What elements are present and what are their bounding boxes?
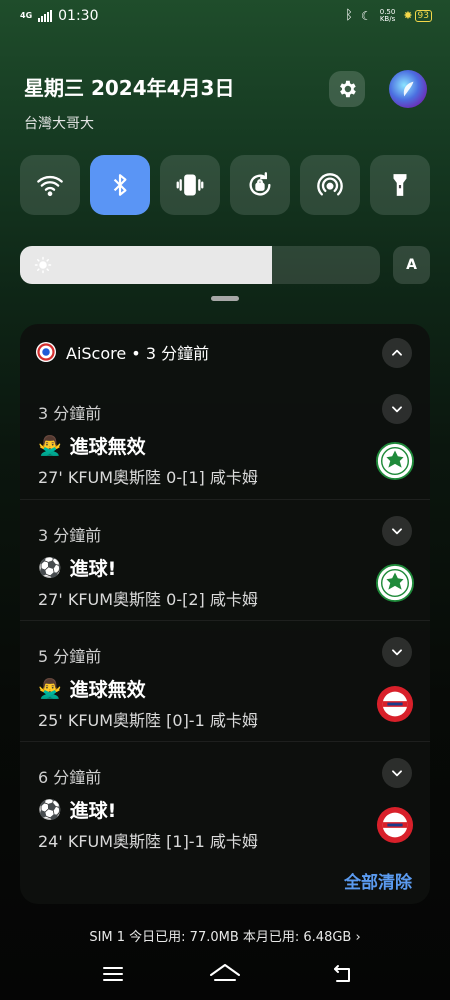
chevron-down-icon <box>392 528 402 535</box>
app-name: AiScore <box>66 344 127 363</box>
auto-brightness-button[interactable]: A <box>393 246 430 284</box>
notification-body: 27' KFUM奧斯陸 0-[2] 咸卡姆 <box>38 590 258 609</box>
no-goal-emoji-icon: 🙅‍♂️ <box>38 678 62 700</box>
drag-handle[interactable] <box>211 296 239 301</box>
notification-item[interactable]: 3 分鐘前 ⚽ 進球! 27' KFUM奧斯陸 0-[2] 咸卡姆 <box>20 499 430 620</box>
brightness-slider[interactable] <box>20 246 380 284</box>
soccer-ball-icon: ⚽ <box>38 799 62 821</box>
notification-group-header[interactable]: AiScore • 3 分鐘前 <box>36 340 209 364</box>
no-goal-emoji-icon: 🙅‍♂️ <box>38 435 62 457</box>
bluetooth-status-icon: ᛒ <box>345 8 353 23</box>
notification-time: 3 分鐘前 <box>38 404 102 423</box>
aiscore-app-icon <box>36 342 56 362</box>
chevron-down-icon <box>392 770 402 777</box>
date-label: 星期三 2024年4月3日 <box>24 76 235 100</box>
collapse-group-button[interactable] <box>382 338 412 368</box>
kfum-logo-icon <box>376 806 414 844</box>
notification-item[interactable]: 5 分鐘前 🙅‍♂️ 進球無效 25' KFUM奧斯陸 [0]-1 咸卡姆 <box>20 620 430 741</box>
carrier-label: 台灣大哥大 <box>24 116 94 132</box>
bluetooth-icon <box>113 174 127 196</box>
hotspot-icon <box>317 173 343 196</box>
tile-hotspot[interactable] <box>300 155 360 215</box>
tile-wifi[interactable] <box>20 155 80 215</box>
clock: 01:30 <box>58 8 99 24</box>
notification-title: 進球無效 <box>69 436 146 458</box>
expand-notification-button[interactable] <box>382 516 412 546</box>
dnd-moon-icon: ☾ <box>360 8 372 23</box>
avatar-swirl-icon <box>403 81 414 97</box>
wifi-icon <box>37 175 63 197</box>
tile-vibrate[interactable] <box>160 155 220 215</box>
sun-icon <box>34 256 52 274</box>
home-icon[interactable] <box>209 962 241 986</box>
hamkam-logo-icon <box>376 442 414 480</box>
signal-icon <box>38 10 53 22</box>
back-icon[interactable] <box>331 962 355 986</box>
notification-body: 24' KFUM奧斯陸 [1]-1 咸卡姆 <box>38 832 258 851</box>
status-bar: 4G 01:30 ᛒ ☾ 0.50 KB/s ✸ 93 <box>0 0 450 34</box>
net-speed: 0.50 KB/s <box>379 7 396 23</box>
chevron-down-icon <box>392 406 402 413</box>
network-type: 4G <box>20 11 33 20</box>
app-time: 3 分鐘前 <box>145 344 210 363</box>
tile-rotation-lock[interactable] <box>230 155 290 215</box>
notification-item[interactable]: 3 分鐘前 🙅‍♂️ 進球無效 27' KFUM奧斯陸 0-[1] 咸卡姆 <box>20 378 430 498</box>
menu-icon[interactable] <box>101 962 125 986</box>
notification-group: AiScore • 3 分鐘前 3 分鐘前 🙅‍♂️ 進球無效 27' KFUM奧… <box>20 324 430 904</box>
kfum-logo-icon <box>376 685 414 723</box>
expand-notification-button[interactable] <box>382 637 412 667</box>
navigation-bar <box>0 950 450 1000</box>
separator: • <box>126 344 146 363</box>
notification-item[interactable]: 6 分鐘前 ⚽ 進球! 24' KFUM奧斯陸 [1]-1 咸卡姆 <box>20 741 430 862</box>
vibrate-icon <box>176 174 204 196</box>
flashlight-icon <box>393 174 407 196</box>
settings-button[interactable] <box>329 71 365 107</box>
user-avatar[interactable] <box>389 70 427 108</box>
soccer-ball-icon: ⚽ <box>38 557 62 579</box>
notification-title: 進球! <box>69 800 117 822</box>
expand-notification-button[interactable] <box>382 394 412 424</box>
notification-title: 進球無效 <box>69 679 146 701</box>
expand-notification-button[interactable] <box>382 758 412 788</box>
battery-icon: ✸ 93 <box>403 9 432 22</box>
notification-title: 進球! <box>69 558 117 580</box>
notification-time: 3 分鐘前 <box>38 526 102 545</box>
tile-bluetooth[interactable] <box>90 155 150 215</box>
rotation-lock-icon <box>249 172 271 196</box>
clear-all-button[interactable]: 全部清除 <box>344 868 412 893</box>
chevron-down-icon <box>392 649 402 656</box>
notification-body: 27' KFUM奧斯陸 0-[1] 咸卡姆 <box>38 468 258 487</box>
notification-time: 5 分鐘前 <box>38 647 102 666</box>
quick-settings-tiles <box>20 155 430 215</box>
brightness-fill <box>20 246 272 284</box>
notification-body: 25' KFUM奧斯陸 [0]-1 咸卡姆 <box>38 711 258 730</box>
data-usage-label[interactable]: SIM 1 今日已用: 77.0MB 本月已用: 6.48GB › <box>0 926 450 945</box>
hamkam-logo-icon <box>376 564 414 602</box>
notification-time: 6 分鐘前 <box>38 768 102 787</box>
chevron-up-icon <box>392 349 402 356</box>
tile-flashlight[interactable] <box>370 155 430 215</box>
gear-icon <box>340 80 356 98</box>
